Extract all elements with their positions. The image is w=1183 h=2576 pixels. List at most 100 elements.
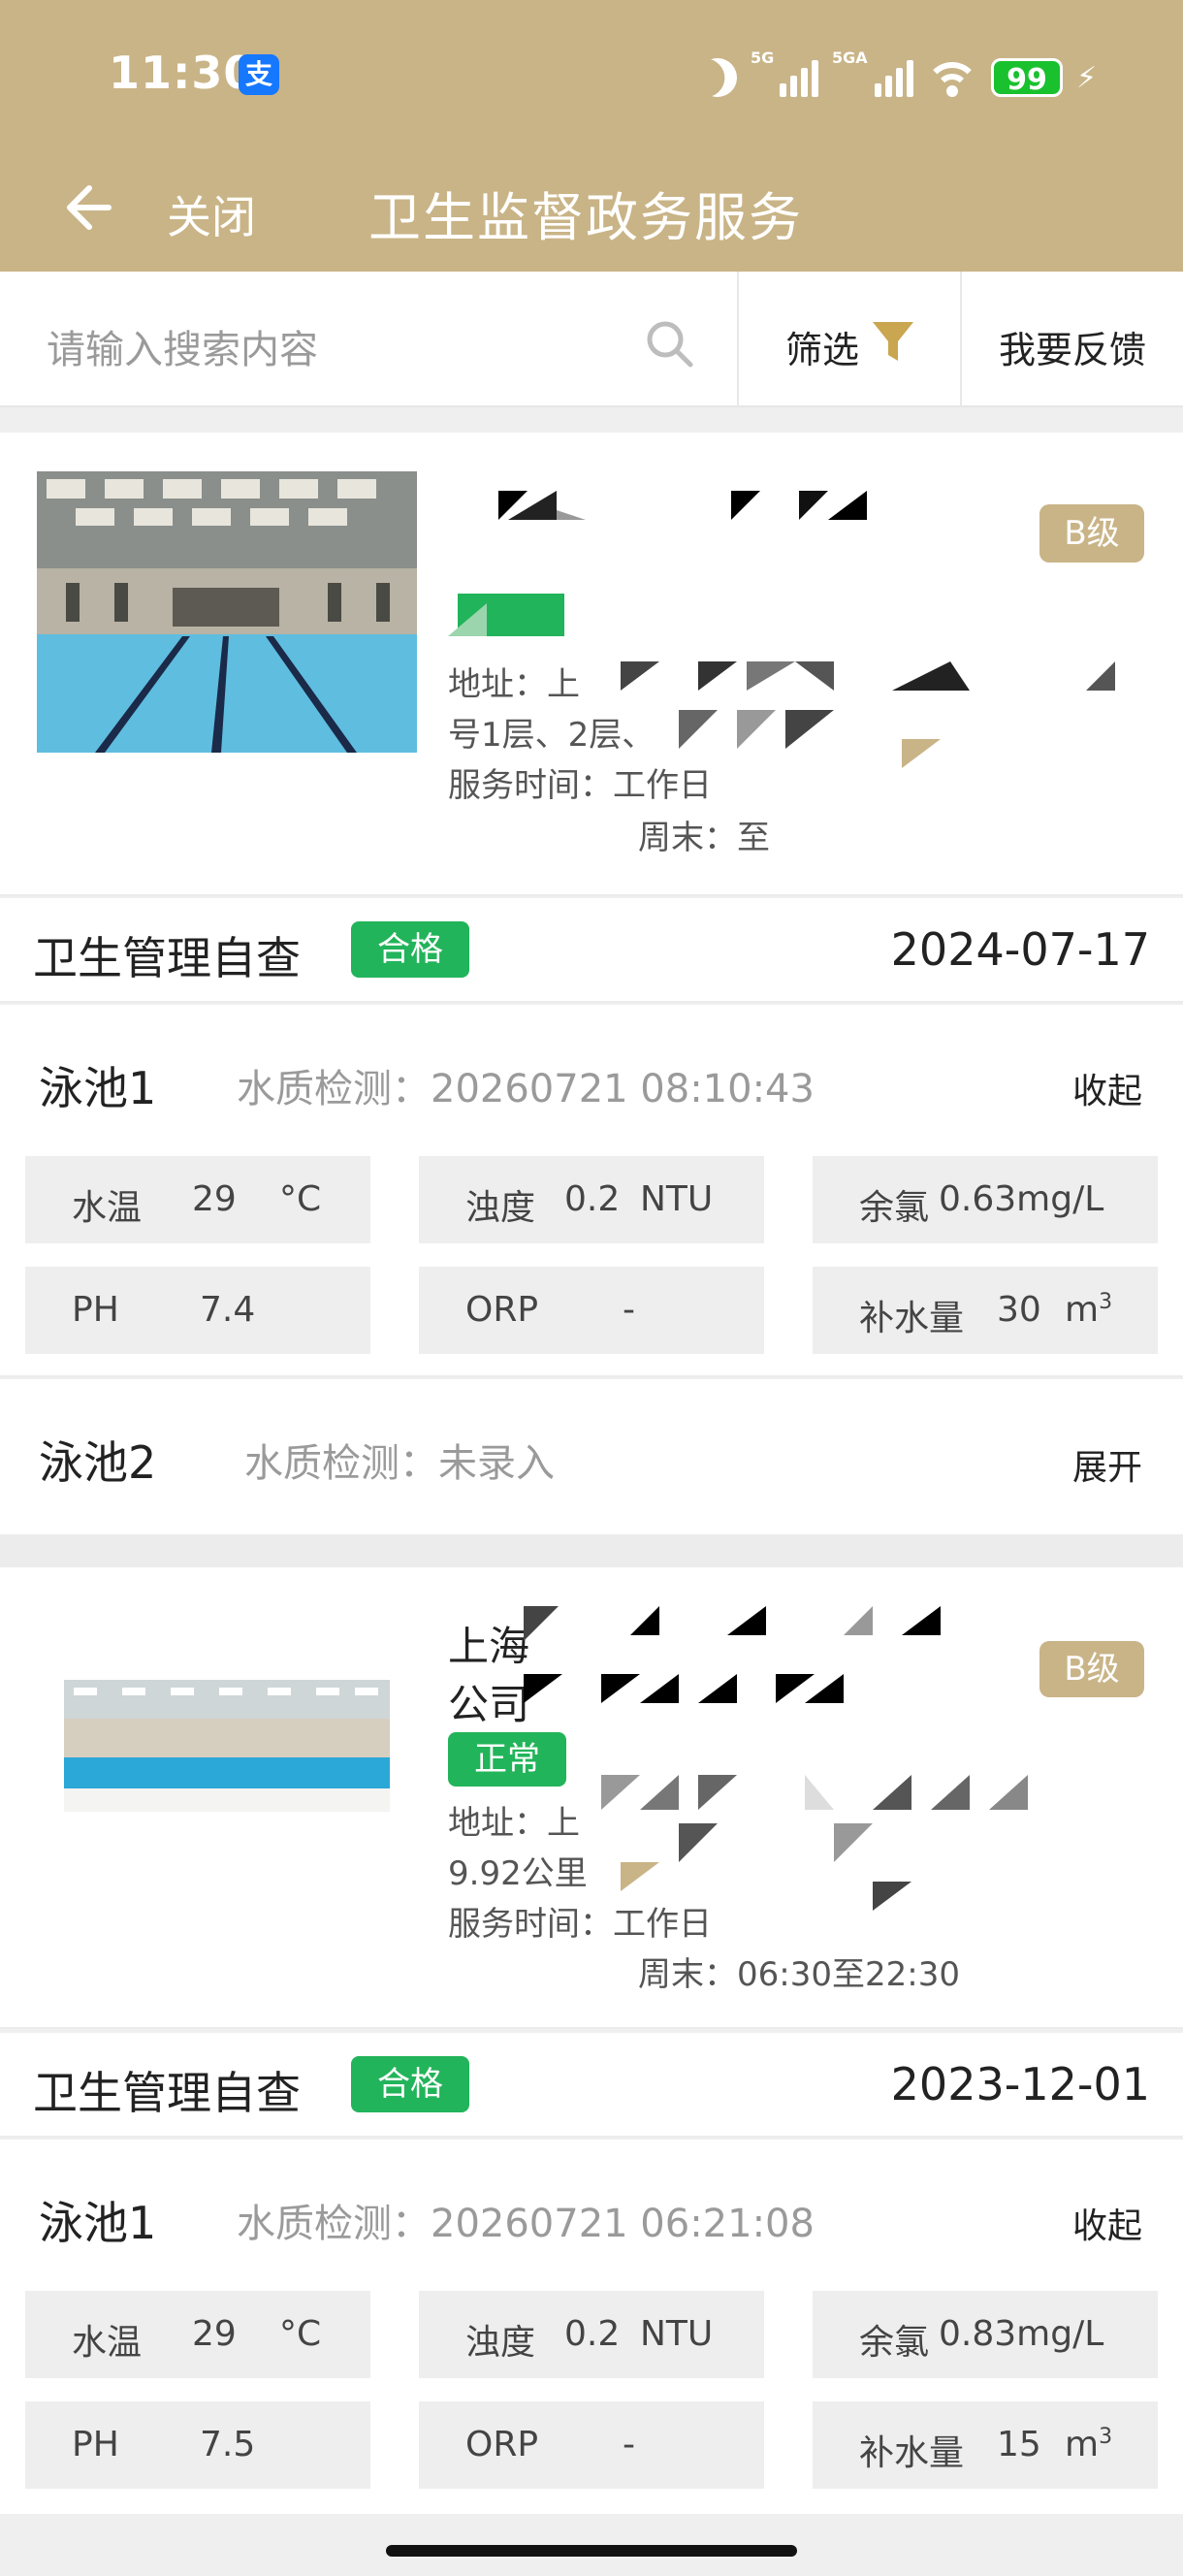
venue-service-time: 服务时间：工作日: [448, 766, 712, 805]
metric-label: 水温: [72, 2323, 143, 2363]
metric-value: 7.5: [200, 2425, 256, 2464]
pool-name: 泳池2: [39, 1436, 157, 1489]
pool-section: 泳池2 水质检测：未录入 展开: [0, 1379, 1183, 1534]
self-check-result-badge: 合格: [351, 2056, 469, 2112]
self-check-result-badge: 合格: [351, 921, 469, 978]
metric-value: 7.4: [200, 1290, 256, 1330]
self-check-title: 卫生管理自查: [33, 2067, 301, 2119]
metric-refill: 补水量 15 m3: [813, 2401, 1158, 2489]
metric-label: 补水量: [859, 1299, 965, 1338]
metric-chlorine: 余氯 0.83mg/L: [813, 2291, 1158, 2378]
metric-orp: ORP -: [419, 1267, 764, 1354]
status-indicators: 5G 5GA 99 ⚡: [698, 48, 1098, 105]
metric-chlorine: 余氯 0.63mg/L: [813, 1156, 1158, 1243]
metric-label: 余氯: [859, 1188, 930, 1228]
level-badge: B级: [1039, 1641, 1144, 1697]
self-check-title: 卫生管理自查: [33, 932, 301, 984]
status-time: 11:30: [109, 47, 256, 99]
search-icon[interactable]: [644, 318, 696, 374]
alipay-icon: 支: [239, 54, 279, 95]
venue-status-badge: 正常: [448, 1732, 566, 1787]
metric-label: 余氯: [859, 2323, 930, 2363]
metric-value: 29: [192, 1179, 237, 1219]
expand-button[interactable]: 展开: [1072, 1439, 1142, 1490]
metric-unit: °C: [279, 1179, 322, 1219]
feedback-button[interactable]: 我要反馈: [999, 320, 1146, 373]
venue-photo: [37, 471, 417, 753]
metric-label: 补水量: [859, 2433, 965, 2473]
metric-unit-base: m: [1065, 2425, 1100, 2464]
metric-turbidity: 浊度 0.2 NTU: [419, 1156, 764, 1243]
pool-name: 泳池1: [39, 1062, 157, 1114]
venue-address: 地址：上: [448, 1804, 580, 1843]
venue-service-time: 服务时间：工作日: [448, 1905, 712, 1944]
pool-detection-time: 水质检测：20260721 06:21:08: [237, 2202, 815, 2246]
metric-turbidity: 浊度 0.2 NTU: [419, 2291, 764, 2378]
metric-label: ORP: [465, 2425, 539, 2464]
redacted-status: [448, 594, 564, 646]
pool-section: 泳池1 水质检测：20260721 06:21:08 收起 水温 29 °C 浊…: [0, 2140, 1183, 2514]
metric-unit: NTU: [640, 2314, 714, 2354]
self-check-row: 卫生管理自查 合格 2024-07-17: [0, 898, 1183, 1003]
metric-unit: m3: [1065, 2425, 1113, 2464]
collapse-button[interactable]: 收起: [1072, 2198, 1142, 2248]
signal-5g-label: 5G: [751, 48, 775, 67]
signal-5ga-icon: 5GA: [832, 48, 913, 97]
redacted-name: [469, 481, 1012, 555]
pool-detection-time: 水质检测：20260721 08:10:43: [237, 1067, 815, 1111]
self-check-date: 2023-12-01: [890, 2058, 1150, 2110]
metric-water-temp: 水温 29 °C: [25, 2291, 370, 2378]
metric-ph: PH 7.4: [25, 1267, 370, 1354]
metric-label: PH: [72, 1290, 119, 1330]
do-not-disturb-icon: [692, 52, 742, 102]
venue-name-line1: 上海: [448, 1623, 530, 1670]
metric-unit: °C: [279, 2314, 322, 2354]
venue-name-line2: 公司: [448, 1681, 530, 1728]
filter-icon[interactable]: [871, 318, 915, 370]
venue-address-line2: 9.92公里: [448, 1854, 588, 1893]
collapse-button[interactable]: 收起: [1072, 1063, 1142, 1113]
metric-value: -: [623, 2425, 635, 2464]
search-input[interactable]: 请输入搜索内容: [47, 318, 318, 374]
section-gap: [0, 1534, 1183, 1567]
redacted-name: [524, 1606, 989, 1736]
charging-icon: ⚡: [1076, 60, 1098, 95]
wifi-icon: [927, 58, 977, 97]
metric-refill: 补水量 30 m3: [813, 1267, 1158, 1354]
metric-label: 浊度: [465, 2323, 536, 2363]
pool-name: 泳池1: [39, 2197, 157, 2249]
toolbar-divider: [960, 272, 962, 407]
venue-address: 地址：上: [448, 665, 580, 704]
battery-icon: 99: [991, 58, 1063, 97]
metric-label: PH: [72, 2425, 119, 2464]
metric-value: 0.83mg/L: [939, 2314, 1104, 2354]
back-arrow-icon[interactable]: [58, 178, 116, 237]
metric-orp: ORP -: [419, 2401, 764, 2489]
metric-value: 30: [997, 1290, 1041, 1330]
venue-weekend-time: 周末：至: [638, 819, 770, 857]
home-indicator[interactable]: [386, 2545, 797, 2557]
page-title: 卫生监督政务服务: [368, 187, 803, 248]
signal-5ga-label: 5GA: [832, 48, 868, 67]
metric-label: ORP: [465, 1290, 539, 1330]
metric-value: 0.2: [564, 2314, 621, 2354]
metric-label: 水温: [72, 1188, 143, 1228]
self-check-row: 卫生管理自查 合格 2023-12-01: [0, 2033, 1183, 2138]
filter-button[interactable]: 筛选: [785, 320, 859, 373]
close-button[interactable]: 关闭: [167, 182, 256, 246]
metric-label: 浊度: [465, 1188, 536, 1228]
toolbar-divider: [737, 272, 739, 407]
metric-unit: m3: [1065, 1290, 1113, 1330]
self-check-date: 2024-07-17: [890, 923, 1150, 976]
metric-water-temp: 水温 29 °C: [25, 1156, 370, 1243]
metric-unit: NTU: [640, 1179, 714, 1219]
metric-ph: PH 7.5: [25, 2401, 370, 2489]
metric-value: 0.63mg/L: [939, 1179, 1104, 1219]
status-bar: 11:30 支 5G 5GA 99 ⚡: [0, 0, 1183, 155]
signal-5g-icon: 5G: [751, 48, 818, 97]
metric-value: 15: [997, 2425, 1041, 2464]
pool-section: 泳池1 水质检测：20260721 08:10:43 收起 水温 29 °C 浊…: [0, 1005, 1183, 1377]
pool-detection-status: 水质检测：未录入: [244, 1441, 555, 1486]
level-badge: B级: [1039, 504, 1144, 563]
venue-photo: [64, 1680, 390, 1812]
